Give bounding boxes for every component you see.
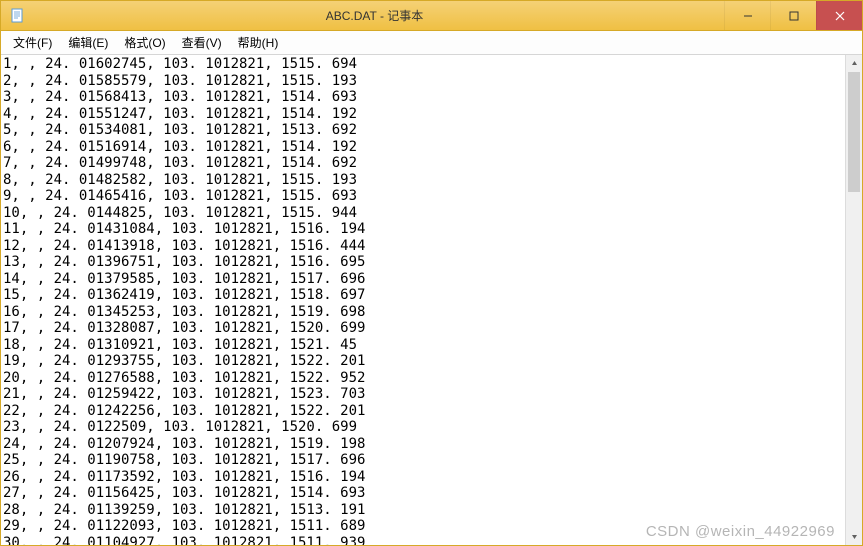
close-button[interactable] xyxy=(816,1,862,30)
menu-edit[interactable]: 编辑(E) xyxy=(60,31,116,54)
menu-view[interactable]: 查看(V) xyxy=(174,31,230,54)
vertical-scrollbar[interactable] xyxy=(845,55,862,545)
window-controls xyxy=(724,1,862,30)
maximize-button[interactable] xyxy=(770,1,816,30)
scroll-down-button[interactable] xyxy=(846,528,862,545)
menubar: 文件(F) 编辑(E) 格式(O) 查看(V) 帮助(H) xyxy=(1,31,862,55)
scroll-thumb[interactable] xyxy=(848,72,860,192)
menu-format[interactable]: 格式(O) xyxy=(116,31,173,54)
text-editor[interactable]: 1, , 24. 01602745, 103. 1012821, 1515. 6… xyxy=(1,55,845,545)
minimize-button[interactable] xyxy=(724,1,770,30)
scroll-up-button[interactable] xyxy=(846,55,862,72)
menu-help[interactable]: 帮助(H) xyxy=(230,31,287,54)
content-area: 1, , 24. 01602745, 103. 1012821, 1515. 6… xyxy=(1,55,862,545)
scroll-track[interactable] xyxy=(846,72,862,528)
titlebar[interactable]: ABC.DAT - 记事本 xyxy=(1,1,862,31)
menu-file[interactable]: 文件(F) xyxy=(5,31,60,54)
notepad-window: ABC.DAT - 记事本 文件(F) 编辑(E) 格式(O) 查看(V) 帮助… xyxy=(0,0,863,546)
window-title: ABC.DAT - 记事本 xyxy=(25,7,724,24)
notepad-icon xyxy=(9,8,25,24)
